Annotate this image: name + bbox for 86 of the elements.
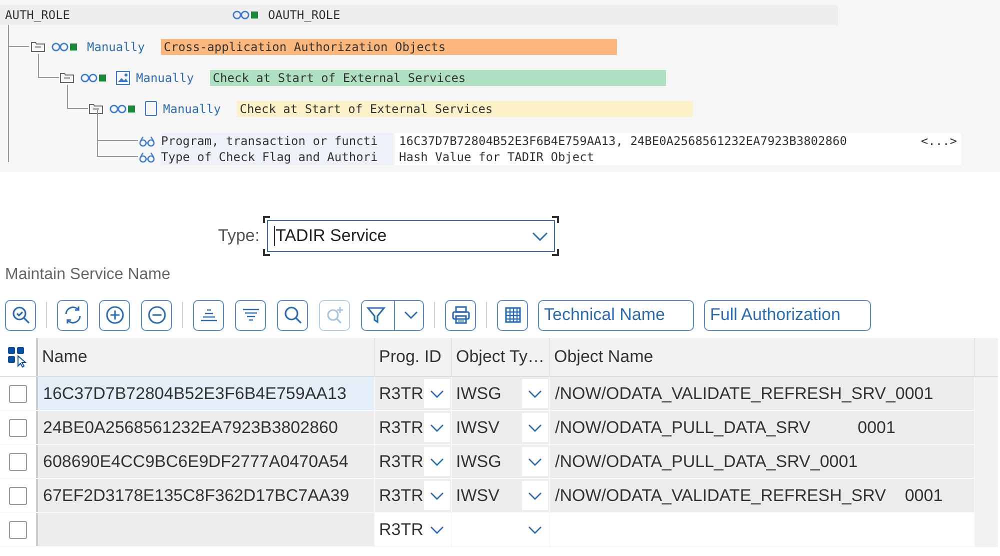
row-checkbox[interactable]: [9, 486, 27, 504]
object-type-dropdown[interactable]: IWSG: [452, 377, 549, 410]
field-value: Hash Value for TADIR Object: [399, 149, 594, 165]
chevron-down-icon: [528, 390, 542, 398]
toolbar-button[interactable]: Full Authorization: [704, 300, 871, 330]
node-text: Check at Start of External Services: [236, 100, 693, 116]
tree-line: [38, 54, 59, 78]
chevron-down-icon: [430, 390, 444, 398]
chevron-down-icon: [532, 232, 548, 240]
chevron-down-icon: [430, 424, 444, 432]
object-name-cell[interactable]: /NOW/ODATA_VALIDATE_REFRESH_SRV_0001: [550, 377, 975, 410]
image-icon: [116, 70, 130, 84]
print-icon: [450, 305, 470, 325]
column-header[interactable]: Object Name: [550, 338, 975, 376]
folder-icon[interactable]: [60, 72, 74, 83]
glasses-icon: [139, 136, 155, 146]
glasses-icon: [139, 152, 155, 162]
toolbar-button[interactable]: [235, 300, 266, 330]
status-text[interactable]: Manually: [87, 40, 145, 54]
chevron-down-icon: [430, 526, 444, 534]
field-label: Program, transaction or functi: [161, 133, 393, 149]
chevron-down-icon: [430, 492, 444, 500]
chevron-down-icon: [528, 492, 542, 500]
toolbar-button[interactable]: Technical Name: [538, 300, 694, 330]
search-plus-icon: [324, 305, 344, 325]
chevron-down-icon: [528, 526, 542, 534]
object-type-dropdown[interactable]: IWSV: [452, 479, 549, 512]
folder-icon[interactable]: [89, 103, 103, 114]
type-label: Type:: [218, 226, 260, 246]
row-checkbox[interactable]: [9, 384, 27, 402]
zoom-check-icon: [10, 305, 30, 325]
toolbar-button[interactable]: [99, 300, 130, 330]
prog-id-dropdown[interactable]: R3TR: [375, 445, 451, 478]
tree-line: [67, 85, 88, 109]
field-label: Type of Check Flag and Authori: [161, 149, 393, 165]
folder-icon[interactable]: [31, 41, 45, 52]
name-cell[interactable]: 608690E4CC9BC6E9DF2777A0470A54: [38, 445, 375, 478]
section-title: Maintain Service Name: [4, 265, 172, 285]
plus-circle-icon: [104, 305, 124, 325]
row-checkbox[interactable]: [9, 418, 27, 436]
row-checkbox[interactable]: [9, 520, 27, 538]
object-name-cell[interactable]: /NOW/ODATA_PULL_DATA_SRV 0001: [550, 411, 975, 444]
root-row[interactable]: AUTH_ROLE OAUTH_ROLE: [0, 5, 838, 25]
column-header[interactable]: Name: [38, 338, 375, 376]
chevron-down-icon: [403, 310, 419, 320]
search-icon: [282, 305, 302, 325]
object-name-cell[interactable]: /NOW/ODATA_VALIDATE_REFRESH_SRV 0001: [550, 479, 975, 512]
minus-circle-icon: [146, 305, 166, 325]
toolbar-button[interactable]: [277, 300, 308, 330]
chevron-down-icon: [528, 458, 542, 466]
status-text[interactable]: Manually: [163, 102, 221, 116]
filter-icon: [366, 305, 386, 325]
toolbar-button[interactable]: [445, 300, 476, 330]
name-cell[interactable]: [38, 513, 375, 546]
prog-id-dropdown[interactable]: R3TR: [375, 479, 451, 512]
object-name-cell[interactable]: /NOW/ODATA_PULL_DATA_SRV_0001: [550, 445, 975, 478]
status-text[interactable]: Manually: [136, 70, 194, 84]
role-name: AUTH_ROLE: [4, 8, 72, 22]
object-type-dropdown[interactable]: IWSG: [452, 445, 549, 478]
name-cell[interactable]: 67EF2D3178E135C8F362D17BC7AA39: [38, 479, 375, 512]
object-type-dropdown[interactable]: IWSV: [452, 411, 549, 444]
toolbar-button[interactable]: [141, 300, 172, 330]
chevron-down-icon: [528, 424, 542, 432]
node-text: Cross-application Authorization Objects: [160, 38, 617, 54]
name-cell[interactable]: 24BE0A2568561232EA7923B3802860: [38, 411, 375, 444]
profile-name: OAUTH_ROLE: [268, 8, 340, 22]
field-value: 16C37D7B72804B52E3F6B4E759AA13, 24BE0A2568561232EA7923B3802860: [399, 133, 847, 149]
toolbar-button[interactable]: [497, 300, 528, 330]
chevron-down-icon: [430, 458, 444, 466]
name-cell[interactable]: 16C37D7B72804B52E3F6B4E759AA13: [38, 377, 375, 410]
toolbar-button[interactable]: [193, 300, 224, 330]
toolbar-button[interactable]: [57, 300, 88, 330]
node-text: Check at Start of External Services: [210, 70, 666, 86]
toolbar-button[interactable]: [5, 300, 36, 330]
prog-id-dropdown[interactable]: R3TR: [375, 411, 451, 444]
page-icon: [145, 101, 157, 116]
prog-id-dropdown[interactable]: R3TR: [375, 513, 451, 546]
grid-icon: [502, 305, 522, 325]
filter-button[interactable]: [361, 300, 424, 330]
prog-id-dropdown[interactable]: R3TR: [375, 377, 451, 410]
column-header[interactable]: Prog. ID: [375, 338, 452, 376]
more-link[interactable]: <...>: [920, 133, 957, 149]
select-all-icon[interactable]: [7, 346, 29, 368]
refresh-icon: [62, 305, 82, 325]
row-checkbox[interactable]: [9, 452, 27, 470]
column-header[interactable]: Object Ty…: [452, 338, 550, 376]
